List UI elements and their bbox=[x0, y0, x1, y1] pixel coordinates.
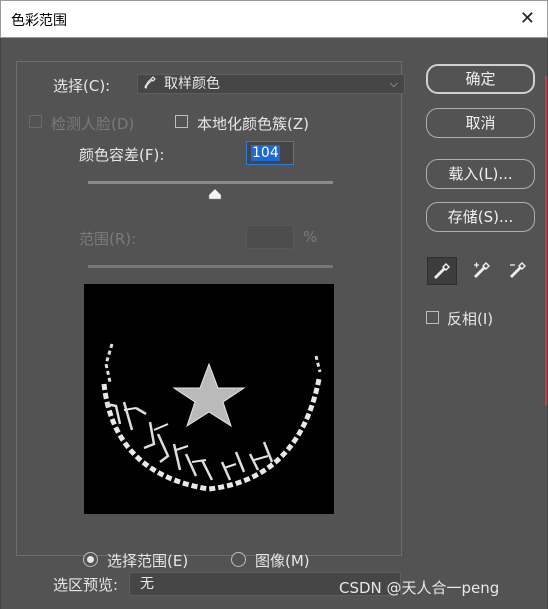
eyedropper-plus-icon bbox=[474, 262, 490, 278]
watermark: CSDN @天人合一peng bbox=[339, 579, 500, 597]
select-dropdown[interactable]: 取样颜色 ⌵ bbox=[137, 74, 405, 94]
fuzziness-slider-thumb[interactable] bbox=[208, 188, 222, 204]
localized-clusters-checkbox[interactable] bbox=[175, 115, 188, 128]
window-edge bbox=[545, 76, 547, 406]
window-title: 色彩范围 bbox=[11, 13, 67, 29]
select-label: 选择(C): bbox=[53, 77, 111, 95]
range-slider-track[interactable] bbox=[88, 265, 333, 268]
dialog-body: 选择(C): 取样颜色 ⌵ 检测人脸(D) 本地化颜色簇(Z) 颜色容差(F):… bbox=[0, 38, 548, 609]
range-label: 范围(R): bbox=[79, 230, 137, 248]
title-bar: 色彩范围 ✕ bbox=[0, 0, 548, 38]
eyedropper-icon bbox=[434, 263, 450, 279]
save-button[interactable]: 存储(S)... bbox=[426, 202, 535, 232]
selection-preview-label: 选区预览: bbox=[53, 576, 119, 594]
close-icon[interactable]: ✕ bbox=[520, 8, 535, 29]
options-group: 选择(C): 取样颜色 ⌵ 检测人脸(D) 本地化颜色簇(Z) 颜色容差(F):… bbox=[16, 61, 405, 570]
cancel-button[interactable]: 取消 bbox=[426, 108, 535, 138]
range-input[interactable] bbox=[246, 225, 294, 249]
selection-radio-label: 选择范围(E) bbox=[107, 552, 189, 570]
chevron-down-icon: ⌵ bbox=[389, 77, 398, 90]
detect-faces-checkbox[interactable] bbox=[29, 115, 42, 128]
fuzziness-slider-track[interactable] bbox=[88, 181, 333, 184]
selection-radio[interactable] bbox=[83, 552, 98, 567]
range-unit: % bbox=[303, 228, 318, 246]
image-radio-label: 图像(M) bbox=[255, 552, 310, 570]
eyedropper-tool[interactable] bbox=[427, 257, 457, 285]
stamp-mask bbox=[101, 343, 322, 492]
invert-checkbox[interactable] bbox=[426, 311, 439, 324]
load-button[interactable]: 载入(L)... bbox=[426, 159, 535, 189]
selection-preview-value: 无 bbox=[140, 576, 154, 592]
fuzziness-value: 104 bbox=[251, 145, 280, 161]
eyedropper-plus-tool[interactable] bbox=[467, 257, 497, 285]
fuzziness-input[interactable]: 104 bbox=[246, 141, 294, 165]
select-value: 取样颜色 bbox=[164, 76, 220, 92]
localized-clusters-label: 本地化颜色簇(Z) bbox=[197, 115, 309, 133]
detect-faces-label: 检测人脸(D) bbox=[51, 115, 135, 133]
image-radio[interactable] bbox=[231, 552, 246, 567]
eyedropper-minus-icon bbox=[510, 262, 526, 278]
eyedropper-minus-tool[interactable] bbox=[503, 257, 533, 285]
selection-preview-image bbox=[84, 284, 334, 514]
eyedropper-icon bbox=[144, 76, 156, 96]
ok-button[interactable]: 确定 bbox=[426, 64, 535, 94]
invert-label: 反相(I) bbox=[447, 310, 494, 328]
fuzziness-label: 颜色容差(F): bbox=[79, 146, 165, 164]
